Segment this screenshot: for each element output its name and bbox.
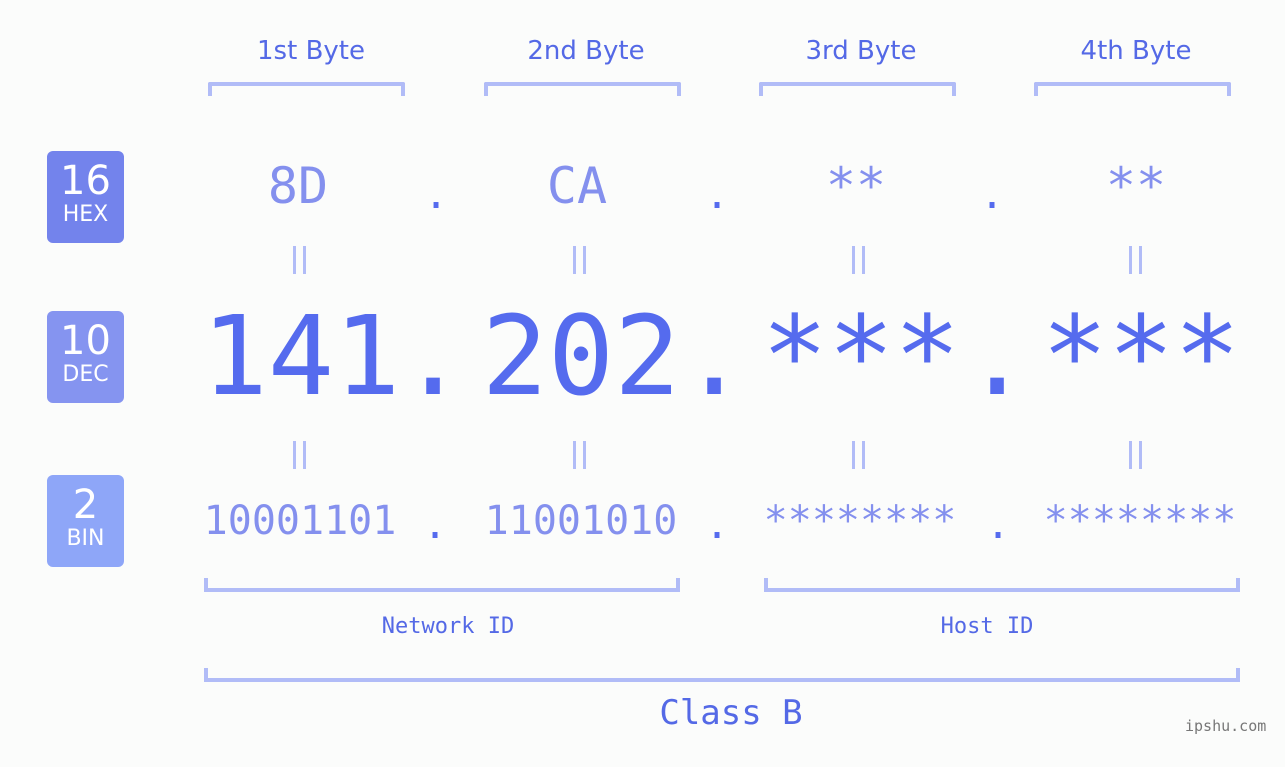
bin-byte-3: ******** [763, 498, 957, 544]
network-id-bracket [204, 578, 680, 592]
network-id-label: Network ID [381, 614, 515, 639]
hex-badge: 16 HEX [47, 151, 124, 243]
hex-dot-2: . [704, 172, 730, 218]
hex-badge-base: 16 [60, 158, 111, 204]
bin-byte-2: 11001010 [484, 498, 678, 544]
hex-dot-1: . [423, 172, 449, 218]
equals-icon [1116, 437, 1156, 482]
bin-badge: 2 BIN [47, 475, 124, 567]
dec-badge: 10 DEC [47, 311, 124, 403]
dec-badge-base: 10 [60, 318, 111, 364]
hex-byte-1: 8D [267, 157, 329, 215]
hex-badge-label: HEX [62, 202, 109, 227]
byte-header-3: 3rd Byte [805, 36, 917, 66]
dec-dot-2: . [681, 292, 748, 420]
host-id-label: Host ID [940, 614, 1034, 639]
bin-badge-base: 2 [72, 482, 99, 528]
byte-header-2: 2nd Byte [527, 36, 645, 66]
byte-bracket-4 [1034, 82, 1231, 96]
bin-byte-4: ******** [1043, 498, 1237, 544]
hex-dot-3: . [979, 172, 1005, 218]
equals-icon [1116, 242, 1156, 287]
equals-icon [280, 242, 320, 287]
dec-badge-label: DEC [62, 362, 109, 387]
equals-icon [839, 437, 879, 482]
watermark: ipshu.com [1185, 717, 1267, 735]
bin-badge-label: BIN [66, 526, 105, 551]
equals-icon [560, 242, 600, 287]
equals-icon [280, 437, 320, 482]
class-bracket [204, 668, 1240, 682]
hex-byte-4: ** [1105, 157, 1167, 215]
equals-icon [560, 437, 600, 482]
hex-byte-2: CA [546, 157, 608, 215]
byte-bracket-2 [484, 82, 681, 96]
bin-byte-1: 10001101 [203, 498, 397, 544]
host-id-bracket [764, 578, 1240, 592]
bin-dot-1: . [422, 502, 448, 548]
dec-byte-2: 202 [481, 292, 681, 420]
byte-bracket-3 [759, 82, 956, 96]
dec-byte-1: 141 [201, 292, 401, 420]
byte-header-1: 1st Byte [257, 36, 365, 66]
dec-byte-3: *** [761, 292, 961, 420]
dec-dot-1: . [400, 292, 467, 420]
class-label: Class B [659, 693, 803, 733]
byte-bracket-1 [208, 82, 405, 96]
equals-icon [839, 242, 879, 287]
byte-header-4: 4th Byte [1080, 36, 1192, 66]
dec-byte-4: *** [1041, 292, 1241, 420]
hex-byte-3: ** [825, 157, 887, 215]
